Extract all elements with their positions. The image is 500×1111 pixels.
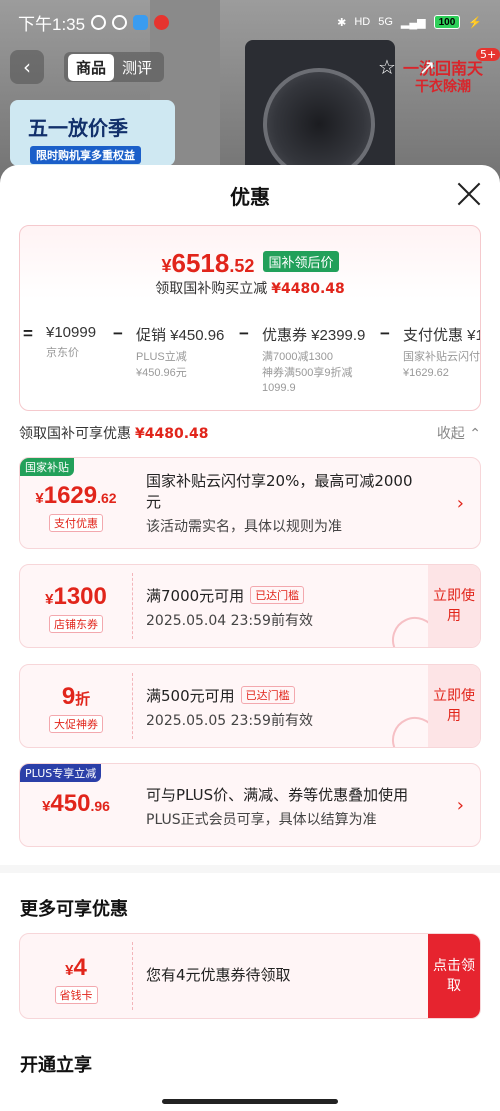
minus-sign: − bbox=[113, 324, 123, 343]
coupon-body: 您有4元优惠券待领取 bbox=[146, 966, 291, 984]
coupon-amount-col: ¥1629.62 支付优惠 bbox=[20, 458, 132, 548]
weibo-icon bbox=[154, 14, 170, 30]
calc-base-price: ¥10999 京东价 bbox=[46, 324, 97, 359]
close-icon[interactable] bbox=[456, 181, 482, 207]
coupon-type: 省钱卡 bbox=[54, 986, 98, 1004]
equals-sign: = bbox=[23, 324, 33, 343]
star-icon[interactable]: ☆ bbox=[370, 50, 404, 84]
coupon-body: 满500元可用 已达门槛 2025.05.05 23:59前有效 bbox=[146, 686, 313, 729]
coupon-amount: ¥1300 bbox=[45, 583, 107, 610]
calc-coupon: 优惠券 ¥2399.9 满7000减1300 神券满500享9折减 1099.9 bbox=[262, 327, 366, 394]
minus-sign: − bbox=[380, 324, 390, 343]
coupon-discount-rate[interactable]: 9折 大促神券 满500元可用 已达门槛 2025.05.05 23:59前有效 … bbox=[19, 664, 481, 748]
collapse-button[interactable]: 收起 ⌃ bbox=[437, 423, 481, 443]
mute-icon bbox=[91, 14, 107, 30]
threshold-badge: 已达门槛 bbox=[250, 586, 305, 604]
signal-label: 5G bbox=[378, 16, 393, 28]
final-price-subtitle: 领取国补购买立减 ¥4480.48 bbox=[155, 281, 345, 297]
coupon-amount: ¥450.96 bbox=[42, 790, 110, 817]
alarm-icon bbox=[112, 14, 128, 30]
more-offers-title: 更多可享优惠 bbox=[20, 899, 128, 920]
coupon-type: 支付优惠 bbox=[49, 514, 103, 532]
status-time: 下午1:35 bbox=[18, 14, 86, 34]
chevron-right-icon[interactable]: › bbox=[457, 795, 464, 816]
nav-tabs: 商品 测评 bbox=[64, 52, 165, 82]
sheet-header: 优惠 bbox=[0, 165, 500, 223]
chevron-up-icon: ⌃ bbox=[469, 426, 481, 442]
section-divider bbox=[0, 865, 500, 873]
promo-banner: 五一放价季 限时购机享多重权益 bbox=[10, 100, 175, 166]
top-nav: ‹ 商品 测评 ☆ ↗ 5+ bbox=[0, 48, 500, 88]
battery-icon: 100 bbox=[433, 15, 461, 29]
promo-title: 五一放价季 bbox=[28, 116, 128, 140]
tab-product[interactable]: 商品 bbox=[68, 53, 115, 81]
price-calculation: = ¥10999 京东价 − 促销 ¥450.96 PLUS立减 ¥450.96… bbox=[20, 324, 481, 408]
app-icon bbox=[133, 14, 149, 30]
final-price: ¥6518.52 bbox=[161, 248, 255, 278]
coupon-amount-col: ¥450.96 bbox=[20, 764, 132, 846]
use-now-button[interactable]: 立即使用 bbox=[428, 565, 480, 647]
cart-badge: 5+ bbox=[476, 48, 500, 61]
status-bar: 下午1:35 ✱ HD 5G ▂▄▆ 100 ⚡ bbox=[0, 0, 500, 44]
coupon-body: 国家补贴云闪付享20%，最高可减2000 元 该活动需实名，具体以规则为准 bbox=[146, 472, 413, 535]
back-arrow-icon[interactable]: ‹ bbox=[10, 50, 44, 84]
coupon-body: 可与PLUS价、满减、券等优惠叠加使用 PLUS正式会员可享，具体以结算为准 bbox=[146, 786, 409, 828]
open-enjoy-title: 开通立享 bbox=[20, 1055, 92, 1076]
final-price-row: ¥6518.52 国补领后价 bbox=[20, 248, 480, 280]
hd-icon: HD bbox=[354, 16, 371, 28]
coupon-national-subsidy[interactable]: 国家补贴 ¥1629.62 支付优惠 国家补贴云闪付享20%，最高可减2000 … bbox=[19, 457, 481, 549]
coupon-body: 满7000元可用 已达门槛 2025.05.04 23:59前有效 bbox=[146, 586, 313, 629]
use-now-button[interactable]: 立即使用 bbox=[428, 665, 480, 747]
coupon-type: 店铺东券 bbox=[49, 615, 103, 633]
threshold-badge: 已达门槛 bbox=[240, 686, 295, 704]
discount-header: 领取国补可享优惠 ¥4480.48 收起 ⌃ bbox=[19, 423, 481, 447]
coupon-type: 大促神券 bbox=[49, 715, 103, 733]
price-summary-card: ¥6518.52 国补领后价 领取国补购买立减 ¥4480.48 = ¥10999… bbox=[19, 225, 481, 411]
share-icon[interactable]: ↗ bbox=[410, 50, 444, 84]
coupon-amount-col: 9折 大促神券 bbox=[20, 665, 132, 747]
coupon-divider bbox=[132, 573, 133, 639]
coupon-plus[interactable]: PLUS专享立减 ¥450.96 可与PLUS价、满减、券等优惠叠加使用 PLU… bbox=[19, 763, 481, 847]
coupon-amount-col: ¥4 省钱卡 bbox=[20, 934, 132, 1018]
coupon-amount: ¥1629.62 bbox=[35, 482, 117, 509]
tab-review[interactable]: 测评 bbox=[114, 54, 160, 81]
calc-payment: 支付优惠 ¥1 国家补贴云闪付 ¥1629.62 bbox=[403, 327, 481, 379]
coupon-amount: 9折 bbox=[61, 683, 91, 710]
coupon-divider bbox=[132, 942, 133, 1010]
coupon-store[interactable]: ¥1300 店铺东券 满7000元可用 已达门槛 2025.05.04 23:59… bbox=[19, 564, 481, 648]
sheet-title: 优惠 bbox=[230, 185, 270, 209]
charging-icon: ⚡ bbox=[468, 16, 482, 29]
coupon-divider bbox=[132, 673, 133, 739]
coupon-amount: ¥4 bbox=[65, 954, 87, 981]
chevron-right-icon[interactable]: › bbox=[457, 493, 464, 514]
coupon-savings-card[interactable]: ¥4 省钱卡 您有4元优惠券待领取 点击领取 bbox=[19, 933, 481, 1019]
minus-sign: − bbox=[239, 324, 249, 343]
signal-icon: ▂▄▆ bbox=[400, 16, 426, 29]
coupon-amount-col: ¥1300 店铺东券 bbox=[20, 565, 132, 647]
final-price-tag: 国补领后价 bbox=[263, 251, 339, 272]
promo-subtitle: 限时购机享多重权益 bbox=[30, 146, 141, 164]
bluetooth-icon: ✱ bbox=[337, 16, 347, 29]
claim-button[interactable]: 点击领取 bbox=[428, 934, 480, 1018]
calc-promo: 促销 ¥450.96 PLUS立减 ¥450.96元 bbox=[136, 327, 225, 379]
discount-sheet: 优惠 ¥6518.52 国补领后价 领取国补购买立减 ¥4480.48 = ¥10… bbox=[0, 165, 500, 1111]
home-indicator[interactable] bbox=[162, 1099, 338, 1104]
